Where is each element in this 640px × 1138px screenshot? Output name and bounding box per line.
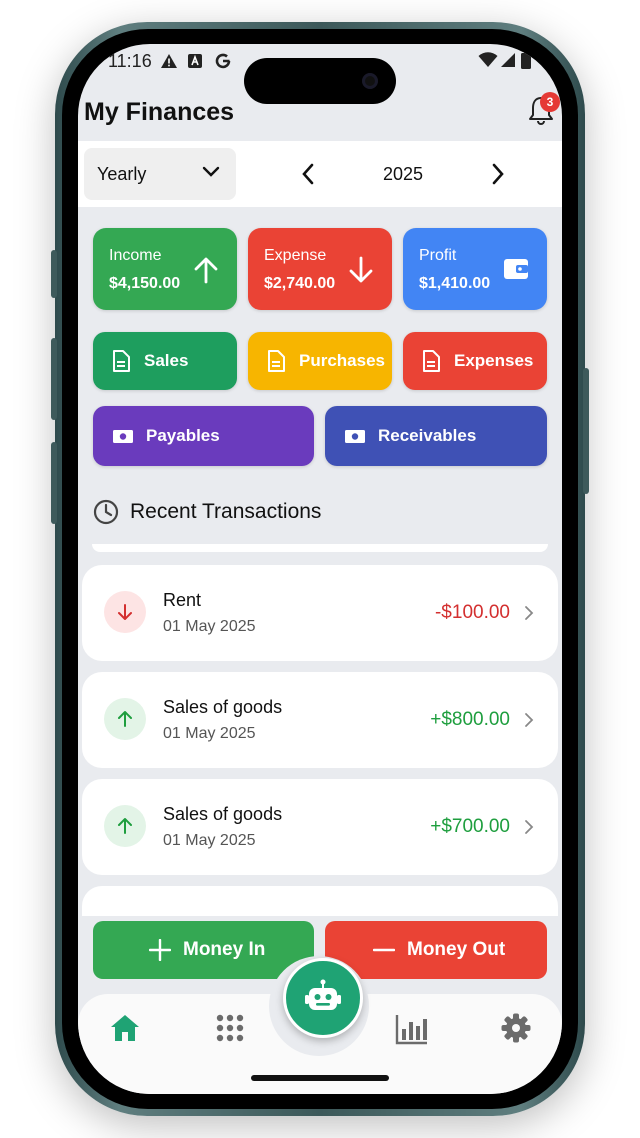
list-item-partial (92, 544, 548, 552)
profit-value: $1,410.00 (419, 275, 491, 292)
income-card[interactable]: Income $4,150.00 (93, 228, 237, 310)
settings-icon[interactable] (501, 1013, 531, 1043)
sales-label: Sales (144, 351, 189, 370)
volume-up-button (51, 338, 57, 420)
document-icon (268, 350, 285, 372)
previous-year-button[interactable] (301, 163, 315, 185)
chevron-down-icon (202, 166, 220, 177)
expense-value: $2,740.00 (264, 275, 336, 292)
chevron-right-icon (525, 713, 534, 727)
wallet-icon (504, 259, 528, 279)
receivables-label: Receivables (378, 426, 477, 445)
period-dropdown[interactable]: Yearly (84, 148, 236, 200)
expense-indicator (104, 591, 146, 633)
transaction-date: 01 May 2025 (163, 618, 256, 635)
arrow-up-icon (118, 711, 132, 727)
volume-down-button (51, 442, 57, 524)
power-button (583, 368, 589, 494)
year-label: 2025 (382, 164, 424, 184)
signal-icon (501, 53, 515, 67)
dynamic-island (244, 58, 396, 104)
transaction-name: Sales of goods (163, 697, 283, 717)
grid-icon[interactable] (215, 1013, 245, 1043)
expenses-label: Expenses (454, 351, 534, 370)
purchases-button[interactable]: Purchases (248, 332, 392, 390)
money-out-button[interactable]: Money Out (325, 921, 547, 979)
profit-label: Profit (419, 247, 457, 264)
arrow-up-icon (194, 257, 218, 284)
income-value: $4,150.00 (109, 275, 181, 292)
income-label: Income (109, 247, 162, 264)
arrow-down-icon (118, 604, 132, 620)
transaction-name: Rent (163, 590, 202, 610)
warning-icon (161, 54, 177, 68)
next-year-button[interactable] (491, 163, 505, 185)
bar-chart-icon[interactable] (395, 1013, 429, 1045)
app-notification-icon (188, 54, 202, 68)
transaction-row[interactable]: Sales of goods 01 May 2025 +$700.00 (82, 779, 558, 875)
period-filter-bar: Yearly 2025 (78, 141, 562, 207)
transaction-amount: -$100.00 (434, 602, 510, 623)
list-item-partial (82, 886, 558, 916)
money-in-button[interactable]: Money In (93, 921, 314, 979)
transaction-amount: +$700.00 (430, 816, 510, 837)
notification-badge: 3 (540, 92, 560, 112)
assistant-fab[interactable] (283, 958, 363, 1038)
money-in-label: Money In (183, 939, 266, 960)
cash-icon (113, 430, 133, 443)
minus-icon (373, 948, 395, 952)
home-indicator (251, 1075, 389, 1081)
transaction-amount: +$800.00 (430, 709, 510, 730)
period-value: Yearly (97, 164, 147, 184)
home-icon[interactable] (110, 1013, 140, 1043)
sales-button[interactable]: Sales (93, 332, 237, 390)
expense-card[interactable]: Expense $2,740.00 (248, 228, 392, 310)
transaction-row[interactable]: Rent 01 May 2025 -$100.00 (82, 565, 558, 661)
payables-label: Payables (146, 426, 220, 445)
google-icon (215, 53, 231, 69)
money-out-label: Money Out (407, 939, 506, 960)
receivables-button[interactable]: Receivables (325, 406, 547, 466)
page-title: My Finances (84, 98, 235, 126)
profit-card[interactable]: Profit $1,410.00 (403, 228, 547, 310)
document-icon (113, 350, 130, 372)
transaction-date: 01 May 2025 (163, 832, 256, 849)
clock-icon (93, 499, 119, 525)
cash-icon (345, 430, 365, 443)
chevron-right-icon (525, 820, 534, 834)
arrow-down-icon (349, 256, 373, 283)
transaction-name: Sales of goods (163, 804, 283, 824)
action-button (51, 250, 57, 298)
income-indicator (104, 805, 146, 847)
plus-icon (149, 939, 171, 961)
arrow-up-icon (118, 818, 132, 834)
wifi-icon (478, 52, 498, 67)
income-indicator (104, 698, 146, 740)
expenses-button[interactable]: Expenses (403, 332, 547, 390)
app-screen: 11:16 My Finances 3 Yearly 2025 Income $… (78, 44, 562, 1094)
chevron-right-icon (525, 606, 534, 620)
purchases-label: Purchases (299, 351, 385, 370)
transaction-row[interactable]: Sales of goods 01 May 2025 +$800.00 (82, 672, 558, 768)
payables-button[interactable]: Payables (93, 406, 314, 466)
document-icon (423, 350, 440, 372)
transaction-date: 01 May 2025 (163, 725, 256, 742)
status-time: 11:16 (108, 51, 152, 71)
recent-transactions-title: Recent Transactions (130, 500, 322, 523)
battery-icon (521, 51, 531, 69)
expense-label: Expense (264, 247, 327, 264)
robot-icon (305, 979, 341, 1010)
